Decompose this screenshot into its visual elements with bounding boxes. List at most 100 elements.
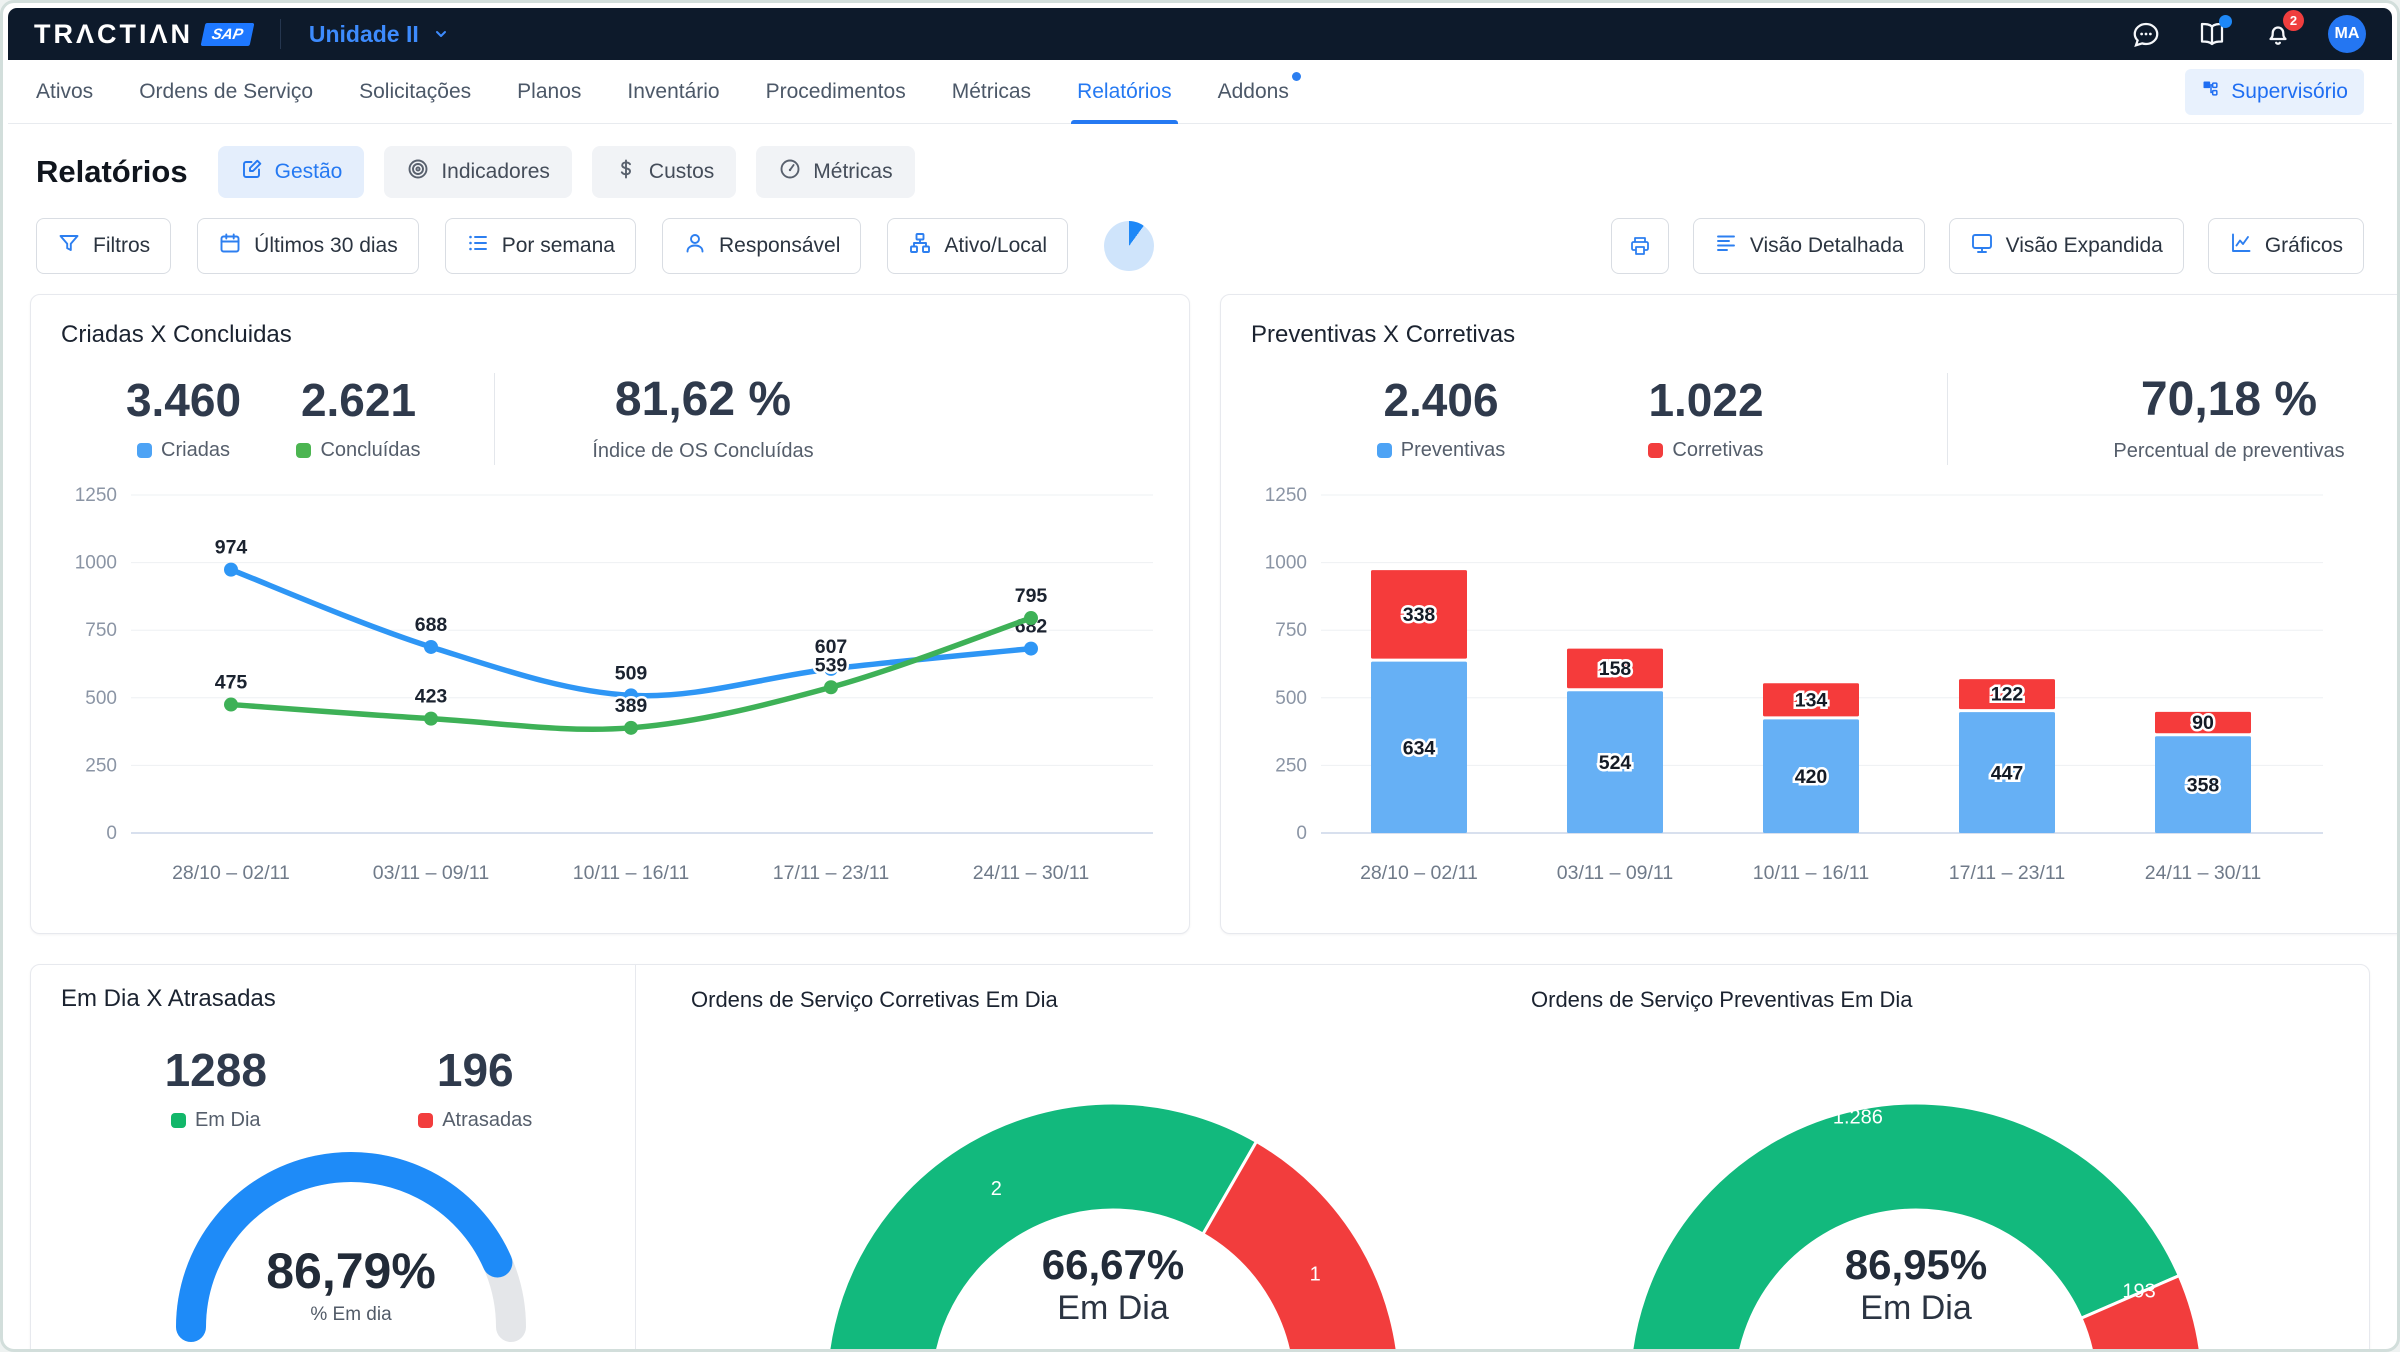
stat-value: 2.621 bbox=[271, 377, 446, 423]
svg-text:420: 420 bbox=[1795, 766, 1828, 788]
stat-label: Criadas bbox=[161, 439, 230, 462]
docs-book-icon[interactable] bbox=[2196, 18, 2228, 50]
svg-text:1250: 1250 bbox=[75, 485, 117, 506]
app-window: TRΛCTIΛN SAP Unidade II bbox=[0, 0, 2400, 1352]
gauge-icon bbox=[778, 157, 802, 187]
report-tab-gest-o[interactable]: Gestão bbox=[218, 146, 365, 198]
stat-conclu-das: 2.621 Concluídas bbox=[271, 377, 446, 462]
stat-value: 3.460 bbox=[96, 377, 271, 423]
legend-swatch bbox=[137, 443, 152, 458]
tab-m-tricas[interactable]: Métricas bbox=[952, 60, 1031, 123]
tab-planos[interactable]: Planos bbox=[517, 60, 581, 123]
view-vis-o-expandida[interactable]: Visão Expandida bbox=[1949, 218, 2184, 274]
view-gr-ficos[interactable]: Gráficos bbox=[2208, 218, 2364, 274]
tab-invent-rio[interactable]: Inventário bbox=[627, 60, 719, 123]
pct-value: 70,18 % bbox=[2014, 376, 2400, 424]
svg-text:1000: 1000 bbox=[1265, 553, 1307, 574]
donut-chart-preventivas: 1.28619386,95%Em Dia bbox=[1606, 1095, 2226, 1352]
legend-swatch bbox=[1648, 443, 1663, 458]
view-label: Visão Expandida bbox=[2006, 234, 2163, 258]
svg-text:0: 0 bbox=[1296, 823, 1307, 844]
dollar-icon bbox=[614, 157, 638, 187]
svg-text:17/11 – 23/11: 17/11 – 23/11 bbox=[773, 862, 889, 884]
tab-addons[interactable]: Addons bbox=[1218, 60, 1289, 123]
report-tab-m-tricas[interactable]: Métricas bbox=[756, 146, 914, 198]
chart-title: Ordens de Serviço Corretivas Em Dia bbox=[636, 985, 1476, 1013]
brand-text: TRΛCTIΛN bbox=[34, 19, 193, 50]
svg-text:90: 90 bbox=[2192, 712, 2214, 734]
tab-procedimentos[interactable]: Procedimentos bbox=[766, 60, 906, 123]
stat-preventivas: 2.406 Preventivas bbox=[1351, 377, 1531, 462]
stat-value: 2.406 bbox=[1351, 377, 1531, 423]
report-tab-indicadores[interactable]: Indicadores bbox=[384, 146, 572, 198]
svg-text:1250: 1250 bbox=[1265, 485, 1307, 506]
addons-notification-dot bbox=[1292, 72, 1301, 81]
avatar[interactable]: MA bbox=[2328, 15, 2366, 53]
view-toolbar: Visão Detalhada Visão Expandida Gráficos bbox=[1611, 218, 2364, 274]
filter-respons-vel[interactable]: Responsável bbox=[662, 218, 861, 274]
stat-value: 196 bbox=[346, 1047, 606, 1093]
filter-label: Responsável bbox=[719, 234, 840, 258]
filter-label: Filtros bbox=[93, 234, 150, 258]
top-navbar: TRΛCTIΛN SAP Unidade II bbox=[8, 8, 2392, 60]
card-criadas-concluidas: Criadas X Concluidas 3.460 Criadas2.621 … bbox=[30, 294, 1190, 934]
pct-label: Percentual de preventivas bbox=[2014, 440, 2400, 463]
filter-por-semana[interactable]: Por semana bbox=[445, 218, 636, 274]
usage-pie-indicator[interactable] bbox=[1104, 221, 1154, 271]
svg-text:24/11 – 30/11: 24/11 – 30/11 bbox=[973, 862, 1089, 884]
sitemap-icon bbox=[2201, 79, 2221, 105]
svg-text:338: 338 bbox=[1403, 604, 1436, 626]
stat-corretivas: 1.022 Corretivas bbox=[1616, 377, 1796, 462]
svg-text:688: 688 bbox=[415, 614, 448, 636]
page-title: Relatórios bbox=[36, 154, 188, 190]
sap-badge: SAP bbox=[201, 23, 255, 46]
filter-filtros[interactable]: Filtros bbox=[36, 218, 171, 274]
tractian-logo: TRΛCTIΛN SAP bbox=[34, 19, 252, 50]
report-tab-label: Indicadores bbox=[441, 160, 550, 184]
svg-text:539: 539 bbox=[815, 654, 848, 676]
svg-text:10/11 – 16/11: 10/11 – 16/11 bbox=[573, 862, 689, 884]
filter--ltimos-30-dias[interactable]: Últimos 30 dias bbox=[197, 218, 419, 274]
svg-text:447: 447 bbox=[1991, 763, 2024, 785]
donut-corretivas-section: Ordens de Serviço Corretivas Em Dia 2166… bbox=[636, 965, 1476, 1352]
view-label: Visão Detalhada bbox=[1750, 234, 1904, 258]
page-header: Relatórios Gestão Indicadores Custos Métric… bbox=[8, 124, 2392, 208]
stat-criadas: 3.460 Criadas bbox=[96, 377, 271, 462]
filter-ativo-local[interactable]: Ativo/Local bbox=[887, 218, 1068, 274]
chart-stats: 2.406 Preventivas 1.022 Corretivas 70,18 %… bbox=[1241, 373, 2400, 465]
monitor-icon bbox=[1970, 231, 1994, 261]
docs-notification-dot bbox=[2219, 15, 2232, 28]
svg-text:03/11 – 09/11: 03/11 – 09/11 bbox=[1557, 862, 1673, 884]
svg-text:03/11 – 09/11: 03/11 – 09/11 bbox=[373, 862, 489, 884]
view-vis-o-detalhada[interactable]: Visão Detalhada bbox=[1693, 218, 1925, 274]
chat-icon[interactable] bbox=[2130, 18, 2162, 50]
svg-text:122: 122 bbox=[1991, 684, 2024, 706]
svg-text:1: 1 bbox=[1310, 1263, 1321, 1285]
legend-swatch bbox=[296, 443, 311, 458]
edit-icon bbox=[240, 157, 264, 187]
svg-text:475: 475 bbox=[215, 672, 248, 694]
chart-title: Preventivas X Corretivas bbox=[1251, 321, 2400, 349]
report-tab-custos[interactable]: Custos bbox=[592, 146, 736, 198]
tab-ordens-de-servi-o[interactable]: Ordens de Serviço bbox=[139, 60, 313, 123]
tab-ativos[interactable]: Ativos bbox=[36, 60, 93, 123]
supervisorio-button[interactable]: Supervisório bbox=[2185, 69, 2364, 115]
tab-solicita-es[interactable]: Solicitações bbox=[359, 60, 471, 123]
unit-selector-label: Unidade II bbox=[309, 21, 419, 48]
legend-swatch bbox=[1377, 443, 1392, 458]
report-tab-label: Custos bbox=[649, 160, 714, 184]
svg-text:28/10 – 02/11: 28/10 – 02/11 bbox=[1360, 862, 1478, 884]
filter-label: Últimos 30 dias bbox=[254, 234, 398, 258]
svg-text:86,95%: 86,95% bbox=[1845, 1241, 1987, 1288]
main-tabs: Ativos Ordens de Serviço Solicitações Plano… bbox=[8, 60, 2392, 124]
stats-divider bbox=[494, 373, 495, 465]
unit-selector[interactable]: Unidade II bbox=[309, 21, 449, 48]
stat-label: Corretivas bbox=[1672, 439, 1763, 462]
target-icon bbox=[406, 157, 430, 187]
list-icon bbox=[466, 231, 490, 261]
bell-icon[interactable]: 2 bbox=[2262, 18, 2294, 50]
tab-relat-rios[interactable]: Relatórios bbox=[1077, 60, 1172, 123]
print-button[interactable] bbox=[1611, 218, 1669, 274]
pct-label: Índice de OS Concluídas bbox=[543, 440, 863, 463]
svg-text:509: 509 bbox=[615, 662, 648, 684]
